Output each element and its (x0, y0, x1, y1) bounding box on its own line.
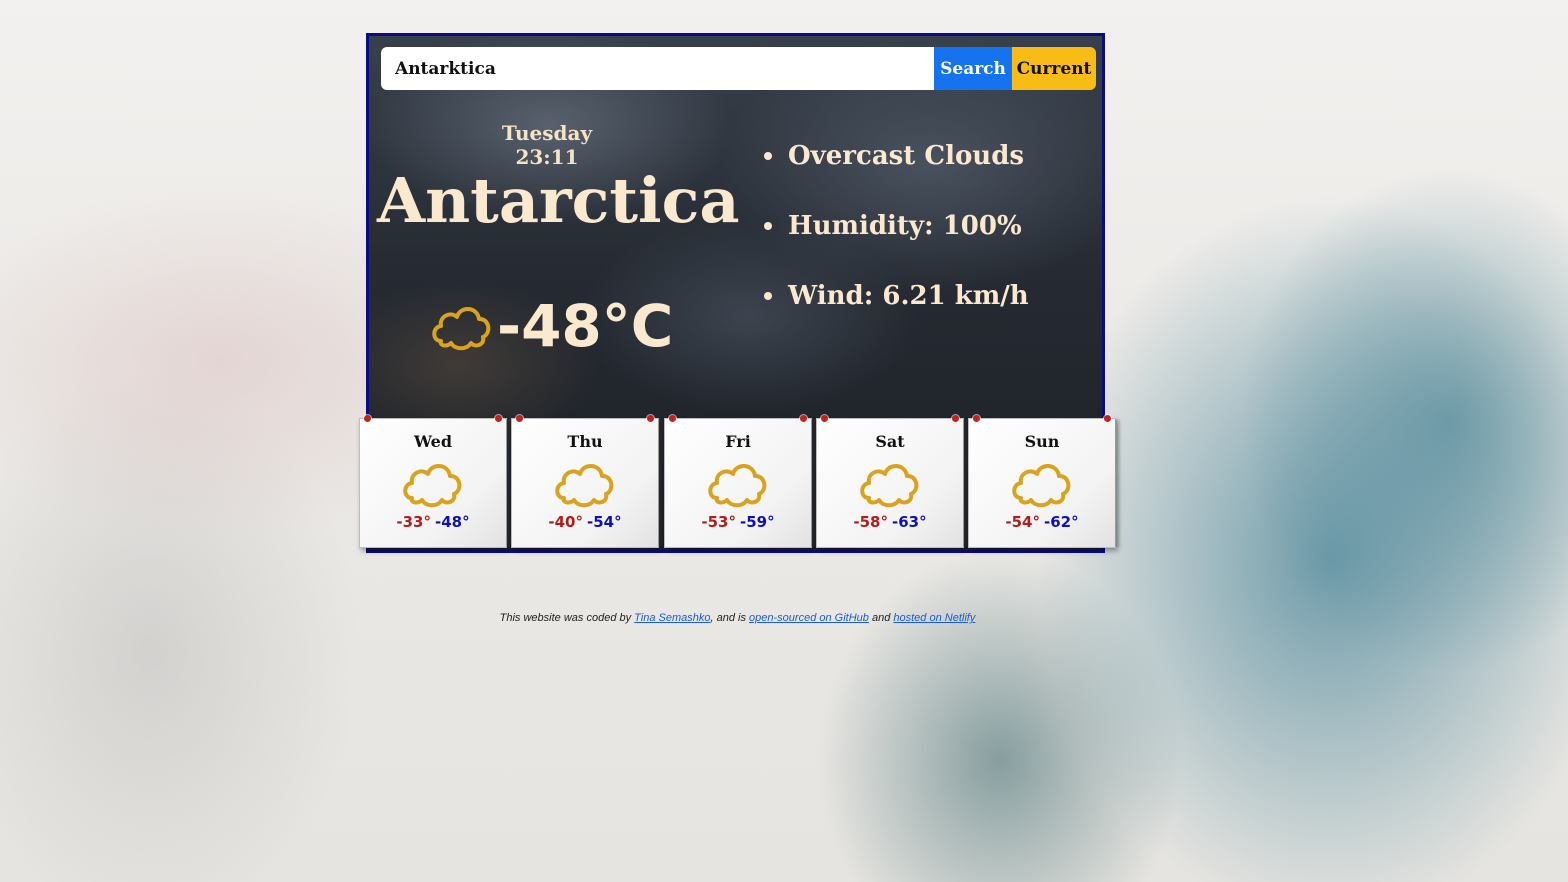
cloud-icon (1009, 456, 1075, 510)
footer-text-and: and (871, 612, 891, 624)
forecast-day: Wed (413, 432, 453, 451)
forecast-card: Wed -33° -48° (359, 415, 512, 548)
forecast-day: Sat (875, 432, 905, 451)
description-text: Overcast Clouds (788, 141, 1025, 171)
current-temperature-row: -48°C (429, 292, 673, 360)
city-search-input[interactable] (381, 47, 934, 90)
footer-text-middle: , and is (710, 612, 746, 624)
forecast-card: Sun -54° -62° (968, 415, 1121, 548)
forecast-low: -48° (435, 513, 470, 531)
author-link[interactable]: Tina Semashko (634, 612, 710, 624)
forecast-card: Fri -53° -59° (664, 415, 817, 548)
forecast-day: Thu (567, 432, 603, 451)
forecast-temps: -33° -48° (360, 513, 506, 531)
search-form: Search Current (381, 47, 1096, 90)
forecast-low: -59° (740, 513, 775, 531)
current-datetime: Tuesday 23:11 (501, 121, 593, 169)
forecast-temps: -58° -63° (817, 513, 963, 531)
footer: This website was coded by Tina Semashko,… (0, 612, 1475, 624)
cloud-icon (400, 456, 466, 510)
forecast-high: -58° (853, 513, 888, 531)
footer-text-prefix: This website was coded by (499, 612, 632, 624)
cloud-icon (857, 456, 923, 510)
forecast-low: -63° (892, 513, 927, 531)
wind-text: Wind: 6.21 km/h (788, 281, 1029, 311)
weather-description: Overcast Clouds (764, 136, 1029, 206)
forecast-day: Fri (725, 432, 751, 451)
forecast-card: Thu -40° -54° (511, 415, 664, 548)
forecast-temps: -40° -54° (512, 513, 658, 531)
netlify-link[interactable]: hosted on Netlify (893, 612, 975, 624)
forecast-high: -40° (548, 513, 583, 531)
forecast-high: -33° (396, 513, 431, 531)
current-temperature: -48°C (497, 292, 674, 360)
city-name: Antarctica (377, 164, 740, 237)
forecast-high: -53° (701, 513, 736, 531)
forecast-high: -54° (1005, 513, 1040, 531)
forecast-day: Sun (1024, 432, 1060, 451)
forecast-temps: -53° -59° (665, 513, 811, 531)
cloud-icon (429, 297, 495, 355)
current-location-button[interactable]: Current (1012, 47, 1096, 90)
cloud-icon (705, 456, 771, 510)
humidity-text: Humidity: 100% (788, 211, 1022, 241)
forecast-row: Wed -33° -48° Thu -40° -54° Fri -53° -59° S… (356, 415, 1121, 555)
weather-wind: Wind: 6.21 km/h (764, 276, 1029, 346)
forecast-temps: -54° -62° (969, 513, 1115, 531)
github-link[interactable]: open-sourced on GitHub (749, 612, 869, 624)
forecast-low: -54° (587, 513, 622, 531)
weather-humidity: Humidity: 100% (764, 206, 1029, 276)
weather-details-list: Overcast Clouds Humidity: 100% Wind: 6.2… (764, 136, 1029, 346)
forecast-card: Sat -58° -63° (816, 415, 969, 548)
forecast-low: -62° (1044, 513, 1079, 531)
search-button[interactable]: Search (934, 47, 1012, 90)
cloud-icon (552, 456, 618, 510)
